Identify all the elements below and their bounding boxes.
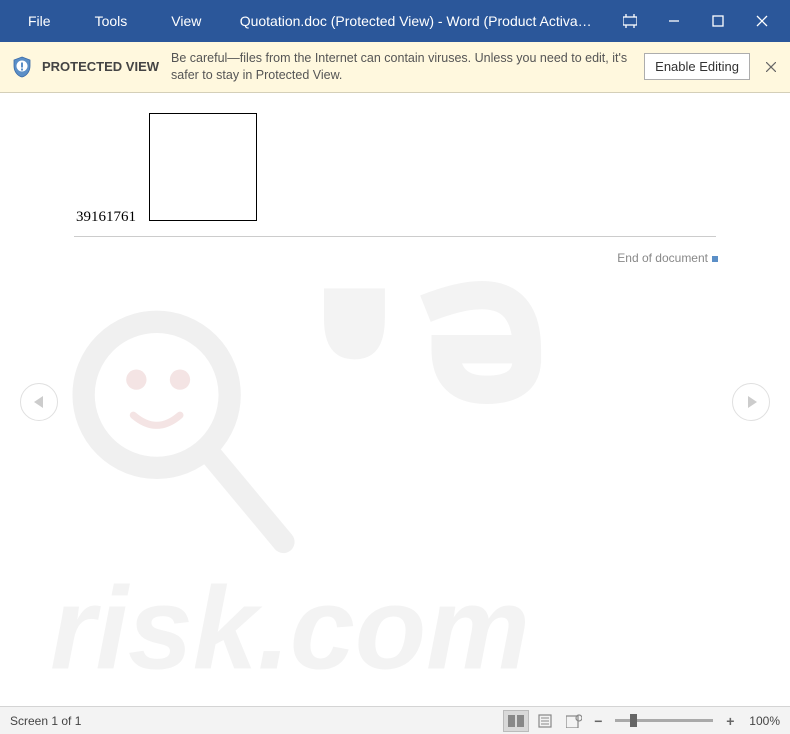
document-area: 39161761 End of document risk.com <box>0 93 790 707</box>
read-mode-button[interactable] <box>503 710 529 732</box>
title-bar: File Tools View Quotation.doc (Protected… <box>0 0 790 42</box>
zoom-in-button[interactable]: + <box>722 713 738 729</box>
web-layout-button[interactable] <box>561 710 587 732</box>
close-button[interactable] <box>740 0 784 42</box>
enable-editing-button[interactable]: Enable Editing <box>644 53 750 80</box>
banner-title: PROTECTED VIEW <box>42 59 159 74</box>
end-of-document-label: End of document <box>617 251 708 265</box>
protected-view-banner: PROTECTED VIEW Be careful—files from the… <box>0 42 790 93</box>
zoom-level[interactable]: 100% <box>749 714 780 728</box>
zoom-slider[interactable] <box>615 719 713 722</box>
image-placeholder[interactable] <box>149 113 257 221</box>
svg-text:risk.com: risk.com <box>50 562 530 693</box>
chevron-right-icon <box>748 396 757 408</box>
divider-line <box>74 236 716 237</box>
previous-page-button[interactable] <box>20 383 58 421</box>
menu-file[interactable]: File <box>6 0 73 42</box>
window-title: Quotation.doc (Protected View) - Word (P… <box>223 13 608 29</box>
menu-view[interactable]: View <box>149 0 223 42</box>
fullscreen-button[interactable] <box>608 0 652 42</box>
status-bar: Screen 1 of 1 − + 100% <box>0 706 790 734</box>
banner-close-button[interactable] <box>762 58 780 76</box>
document-text: 39161761 <box>76 209 136 226</box>
minimize-button[interactable] <box>652 0 696 42</box>
banner-message: Be careful—files from the Internet can c… <box>167 50 636 84</box>
end-marker-icon <box>712 256 718 262</box>
zoom-out-button[interactable]: − <box>590 713 606 729</box>
screen-indicator[interactable]: Screen 1 of 1 <box>10 714 503 728</box>
zoom-slider-thumb[interactable] <box>630 714 637 727</box>
maximize-button[interactable] <box>696 0 740 42</box>
shield-icon <box>10 55 34 79</box>
watermark-image: risk.com <box>40 263 750 707</box>
print-layout-button[interactable] <box>532 710 558 732</box>
document-page: 39161761 End of document <box>0 93 790 113</box>
menu-tools[interactable]: Tools <box>73 0 150 42</box>
chevron-left-icon <box>34 396 43 408</box>
next-page-button[interactable] <box>732 383 770 421</box>
